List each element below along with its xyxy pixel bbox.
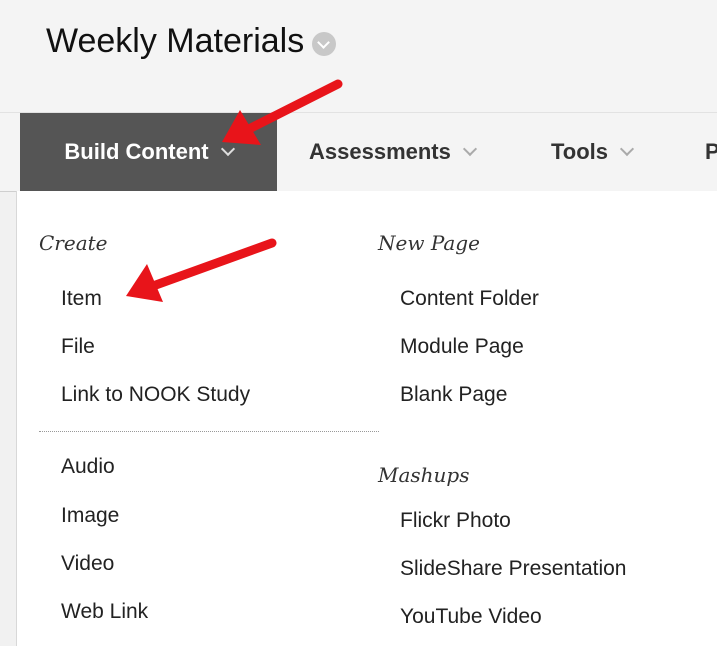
create-divider — [39, 431, 379, 432]
menu-item-image[interactable]: Image — [61, 504, 119, 528]
tools-label: Tools — [551, 139, 609, 164]
build-content-menu[interactable]: Build Content — [20, 113, 277, 191]
tools-menu[interactable]: Tools — [551, 113, 635, 191]
partners-label: P — [705, 139, 717, 164]
title-bar: Weekly Materials — [0, 0, 717, 113]
create-heading: Create — [39, 231, 108, 255]
content-menu-bar: Build Content Assessments Tools P — [0, 113, 717, 192]
menu-item-blank-page[interactable]: Blank Page — [400, 383, 507, 407]
mashups-heading: Mashups — [378, 463, 470, 487]
partners-menu[interactable]: P — [705, 113, 717, 191]
menu-item-video[interactable]: Video — [61, 552, 114, 576]
menu-item-youtube-video[interactable]: YouTube Video — [400, 605, 542, 629]
new-page-heading: New Page — [378, 231, 480, 255]
assessments-label: Assessments — [309, 139, 451, 164]
menu-item-item[interactable]: Item — [61, 287, 102, 311]
page-title-text: Weekly Materials — [46, 22, 305, 60]
menu-item-file[interactable]: File — [61, 335, 95, 359]
menu-item-content-folder[interactable]: Content Folder — [400, 287, 539, 311]
build-content-label: Build Content — [64, 139, 209, 164]
title-options-chevron-icon[interactable] — [312, 31, 337, 56]
menu-item-link-to-nook-study[interactable]: Link to NOOK Study — [61, 383, 250, 407]
menu-item-flickr-photo[interactable]: Flickr Photo — [400, 509, 511, 533]
menu-item-slideshare-presentation[interactable]: SlideShare Presentation — [400, 557, 626, 581]
chevron-down-icon — [220, 141, 235, 157]
menu-item-module-page[interactable]: Module Page — [400, 335, 524, 359]
chevron-down-icon — [619, 141, 635, 157]
page-title: Weekly Materials — [46, 22, 337, 61]
build-content-dropdown: Create Item File Link to NOOK Study Audi… — [16, 191, 717, 646]
menu-item-audio[interactable]: Audio — [61, 455, 115, 479]
assessments-menu[interactable]: Assessments — [309, 113, 477, 191]
chevron-down-icon — [462, 141, 477, 157]
menu-item-web-link[interactable]: Web Link — [61, 600, 148, 624]
